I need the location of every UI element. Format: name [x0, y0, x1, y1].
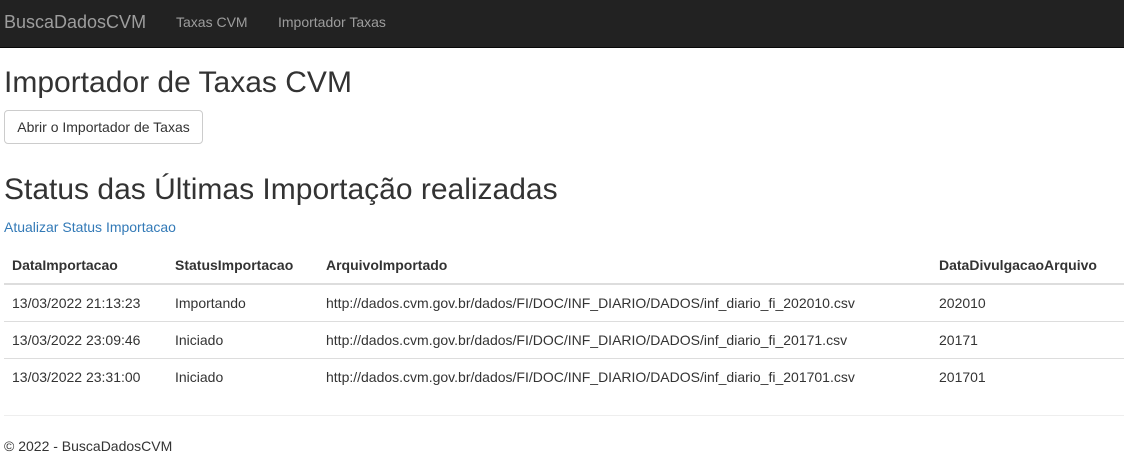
top-navbar: BuscaDadosCVM Taxas CVM Importador Taxas	[0, 0, 1124, 48]
footer-text: © 2022 - BuscaDadosCVM	[4, 438, 173, 454]
brand-link[interactable]: BuscaDadosCVM	[4, 12, 146, 32]
cell-arquivo-importado: http://dados.cvm.gov.br/dados/FI/DOC/INF…	[318, 320, 931, 358]
table-row: 13/03/2022 23:31:00 Iniciado http://dado…	[4, 357, 1124, 395]
cell-arquivo-importado: http://dados.cvm.gov.br/dados/FI/DOC/INF…	[318, 357, 931, 395]
cell-data-importacao: 13/03/2022 23:09:46	[4, 320, 167, 358]
import-status-table: DataImportacao StatusImportacao ArquivoI…	[4, 247, 1124, 395]
nav-link-importador-taxas[interactable]: Importador Taxas	[278, 14, 386, 30]
cell-data-divulgacao: 202010	[931, 283, 1124, 321]
cell-status-importacao: Importando	[167, 283, 318, 321]
cell-data-importacao: 13/03/2022 21:13:23	[4, 283, 167, 321]
open-importer-button[interactable]: Abrir o Importador de Taxas	[4, 110, 203, 144]
table-header-row: DataImportacao StatusImportacao ArquivoI…	[4, 247, 1124, 285]
refresh-status-link[interactable]: Atualizar Status Importacao	[4, 219, 176, 235]
column-header-data-importacao: DataImportacao	[4, 247, 167, 285]
page-title: Importador de Taxas CVM	[4, 66, 352, 99]
table-row: 13/03/2022 21:13:23 Importando http://da…	[4, 283, 1124, 321]
table-row: 13/03/2022 23:09:46 Iniciado http://dado…	[4, 320, 1124, 358]
column-header-data-divulgacao: DataDivulgacaoArquivo	[931, 247, 1124, 285]
status-section-title: Status das Últimas Importação realizadas	[4, 173, 558, 206]
column-header-arquivo-importado: ArquivoImportado	[318, 247, 931, 285]
column-header-status-importacao: StatusImportacao	[167, 247, 318, 285]
cell-arquivo-importado: http://dados.cvm.gov.br/dados/FI/DOC/INF…	[318, 283, 931, 321]
nav-link-taxas-cvm[interactable]: Taxas CVM	[176, 14, 248, 30]
footer-divider	[4, 415, 1124, 416]
cell-status-importacao: Iniciado	[167, 320, 318, 358]
cell-data-divulgacao: 20171	[931, 320, 1124, 358]
cell-status-importacao: Iniciado	[167, 357, 318, 395]
cell-data-importacao: 13/03/2022 23:31:00	[4, 357, 167, 395]
cell-data-divulgacao: 201701	[931, 357, 1124, 395]
